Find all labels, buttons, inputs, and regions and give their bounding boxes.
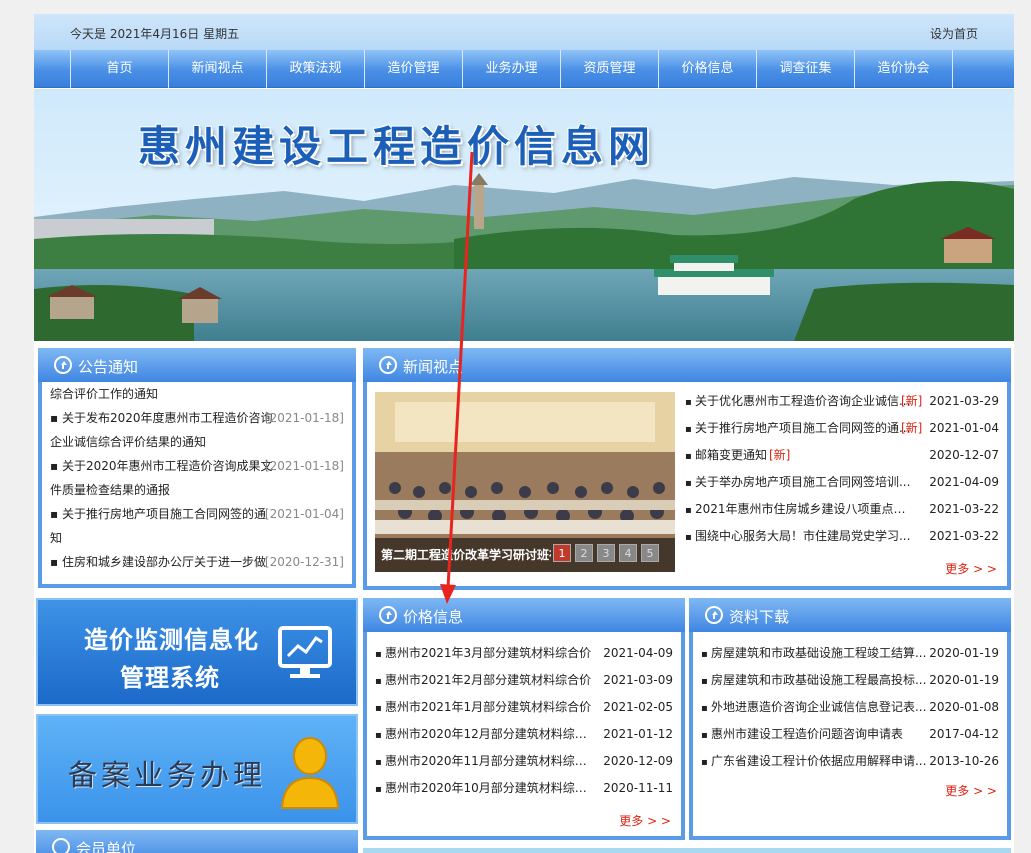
list-item[interactable]: 2021年惠州市住房城乡建设八项重点工...2021-03-22	[677, 496, 1007, 523]
download-list: 房屋建筑和市政基础设施工程竣工结算...2020-01-19 房屋建筑和市政基础…	[693, 640, 1007, 775]
price-header: 价格信息	[363, 598, 685, 632]
nav-policy[interactable]: 政策法规	[267, 50, 365, 88]
nav-home[interactable]: 首页	[71, 50, 169, 88]
download-more-link[interactable]: 更多 > >	[945, 782, 997, 799]
slide-page-3[interactable]: 3	[597, 544, 615, 562]
news-list: 关于优化惠州市工程造价咨询企业诚信...[新]2021-03-29 关于推行房地…	[677, 388, 1007, 550]
members-title: 会员单位	[76, 840, 137, 853]
cost-monitoring-system-button[interactable]: 造价监测信息化 管理系统	[36, 598, 358, 706]
news-more-link[interactable]: 更多 > >	[945, 560, 997, 577]
arrow-up-circle-icon	[54, 356, 72, 374]
bottom-strip	[363, 848, 1011, 853]
download-panel: 资料下载 房屋建筑和市政基础设施工程竣工结算...2020-01-19 房屋建筑…	[689, 598, 1011, 840]
news-slideshow[interactable]: 第二期工程造价改革学习研讨班在患 1 2 3 4 5	[375, 392, 675, 572]
filing-business-button[interactable]: 备案业务办理	[36, 714, 358, 824]
list-item[interactable]: 惠州市2020年11月部分建筑材料综合价2020-12-09	[367, 748, 681, 775]
date-text: 今天是 2021年4月16日 星期五	[70, 27, 240, 41]
slide-page-5[interactable]: 5	[641, 544, 659, 562]
notice-line[interactable]: 综合评价工作的通知	[42, 382, 352, 406]
page: 今天是 2021年4月16日 星期五 设为首页 首页 新闻视点 政策法规 造价管…	[34, 14, 1014, 853]
nav-survey[interactable]: 调查征集	[757, 50, 855, 88]
notice-line[interactable]: ▪ 关于推行房地产项目施工合同网签的通 [2021-01-04]	[42, 502, 352, 526]
nav-price-info[interactable]: 价格信息	[659, 50, 757, 88]
monitor-chart-icon	[278, 626, 332, 678]
slide-page-2[interactable]: 2	[575, 544, 593, 562]
notice-scroll-list[interactable]: 综合评价工作的通知 ▪ 关于发布2020年度惠州市工程造价咨询 [2021-01-…	[42, 382, 352, 582]
arrow-up-circle-icon	[705, 606, 723, 624]
slide-pager: 1 2 3 4 5	[553, 544, 659, 562]
price-info-panel: 价格信息 惠州市2021年3月部分建筑材料综合价2021-04-09 惠州市20…	[363, 598, 685, 840]
nav-news[interactable]: 新闻视点	[169, 50, 267, 88]
notice-line[interactable]: 件质量检查结果的通报	[42, 478, 352, 502]
notice-header: 公告通知	[38, 348, 356, 382]
members-panel: 会员单位	[36, 830, 358, 853]
arrow-up-circle-icon	[379, 356, 397, 374]
arrow-up-circle-icon	[52, 838, 70, 853]
price-more-link[interactable]: 更多 > >	[619, 812, 671, 829]
list-item[interactable]: 房屋建筑和市政基础设施工程竣工结算...2020-01-19	[693, 640, 1007, 667]
list-item[interactable]: 房屋建筑和市政基础设施工程最高投标...2020-01-19	[693, 667, 1007, 694]
list-item[interactable]: 围绕中心服务大局！市住建局党史学习...2021-03-22	[677, 523, 1007, 550]
banner-image: 惠州建设工程造价信息网	[34, 89, 1014, 341]
list-item[interactable]: 关于举办房地产项目施工合同网签培训...2021-04-09	[677, 469, 1007, 496]
list-item[interactable]: 惠州市2020年10月部分建筑材料综合价2020-11-11	[367, 775, 681, 802]
site-title: 惠州建设工程造价信息网	[138, 122, 656, 171]
list-item[interactable]: 外地进惠造价咨询企业诚信信息登记表...2020-01-08	[693, 694, 1007, 721]
notice-line[interactable]: ▪ 住房和城乡建设部办公厅关于进一步做 [2020-12-31]	[42, 550, 352, 574]
price-title: 价格信息	[403, 608, 464, 626]
main-nav: 首页 新闻视点 政策法规 造价管理 业务办理 资质管理 价格信息 调查征集 造价…	[34, 50, 1014, 88]
list-item[interactable]: 惠州市建设工程造价问题咨询申请表2017-04-12	[693, 721, 1007, 748]
notice-line[interactable]: ▪ 关于2020年惠州市工程造价咨询成果文 [2021-01-18]	[42, 454, 352, 478]
notice-line[interactable]: 企业诚信综合评价结果的通知	[42, 430, 352, 454]
members-header: 会员单位	[36, 830, 358, 853]
nav-qualification[interactable]: 资质管理	[561, 50, 659, 88]
notice-line[interactable]: ▪ 关于发布2020年度惠州市工程造价咨询 [2021-01-18]	[42, 406, 352, 430]
nav-cost-management[interactable]: 造价管理	[365, 50, 463, 88]
news-header: 新闻视点	[363, 348, 1011, 382]
user-icon	[280, 737, 340, 809]
list-item[interactable]: 惠州市2021年1月部分建筑材料综合价2021-02-05	[367, 694, 681, 721]
download-title: 资料下载	[729, 608, 790, 626]
list-item[interactable]: 关于优化惠州市工程造价咨询企业诚信...[新]2021-03-29	[677, 388, 1007, 415]
record-label: 备案业务办理	[68, 758, 267, 792]
list-item[interactable]: 关于推行房地产项目施工合同网签的通...[新]2021-01-04	[677, 415, 1007, 442]
notice-title: 公告通知	[78, 358, 139, 376]
download-header: 资料下载	[689, 598, 1011, 632]
nav-business[interactable]: 业务办理	[463, 50, 561, 88]
list-item[interactable]: 惠州市2021年3月部分建筑材料综合价2021-04-09	[367, 640, 681, 667]
news-panel: 新闻视点 第二期工程造价改革学习研讨班 1 2 3 4 5 ▪ 关于优化惠州市工…	[363, 348, 1011, 590]
slide-caption-bar: 第二期工程造价改革学习研讨班在患 1 2 3 4 5	[375, 538, 675, 572]
monitor-label-line2: 管理系统	[120, 664, 220, 692]
price-list: 惠州市2021年3月部分建筑材料综合价2021-04-09 惠州市2021年2月…	[367, 640, 681, 802]
notice-panel: 公告通知 综合评价工作的通知 ▪ 关于发布2020年度惠州市工程造价咨询 [202…	[38, 348, 356, 588]
notice-line[interactable]: 知	[42, 526, 352, 550]
top-bar: 今天是 2021年4月16日 星期五 设为首页	[34, 14, 1014, 50]
monitor-label-line1: 造价监测信息化	[84, 626, 259, 654]
list-item[interactable]: 惠州市2020年12月部分建筑材料综合价2021-01-12	[367, 721, 681, 748]
slide-page-1[interactable]: 1	[553, 544, 571, 562]
arrow-up-circle-icon	[379, 606, 397, 624]
slide-caption[interactable]: 第二期工程造价改革学习研讨班在患	[381, 546, 551, 563]
list-item[interactable]: 惠州市2021年2月部分建筑材料综合价2021-03-09	[367, 667, 681, 694]
nav-association[interactable]: 造价协会	[855, 50, 953, 88]
slide-page-4[interactable]: 4	[619, 544, 637, 562]
set-homepage-link[interactable]: 设为首页	[930, 25, 978, 42]
list-item[interactable]: 广东省建设工程计价依据应用解释申请...2013-10-26	[693, 748, 1007, 775]
news-title: 新闻视点	[403, 358, 464, 376]
list-item[interactable]: 邮箱变更通知[新]2020-12-07	[677, 442, 1007, 469]
